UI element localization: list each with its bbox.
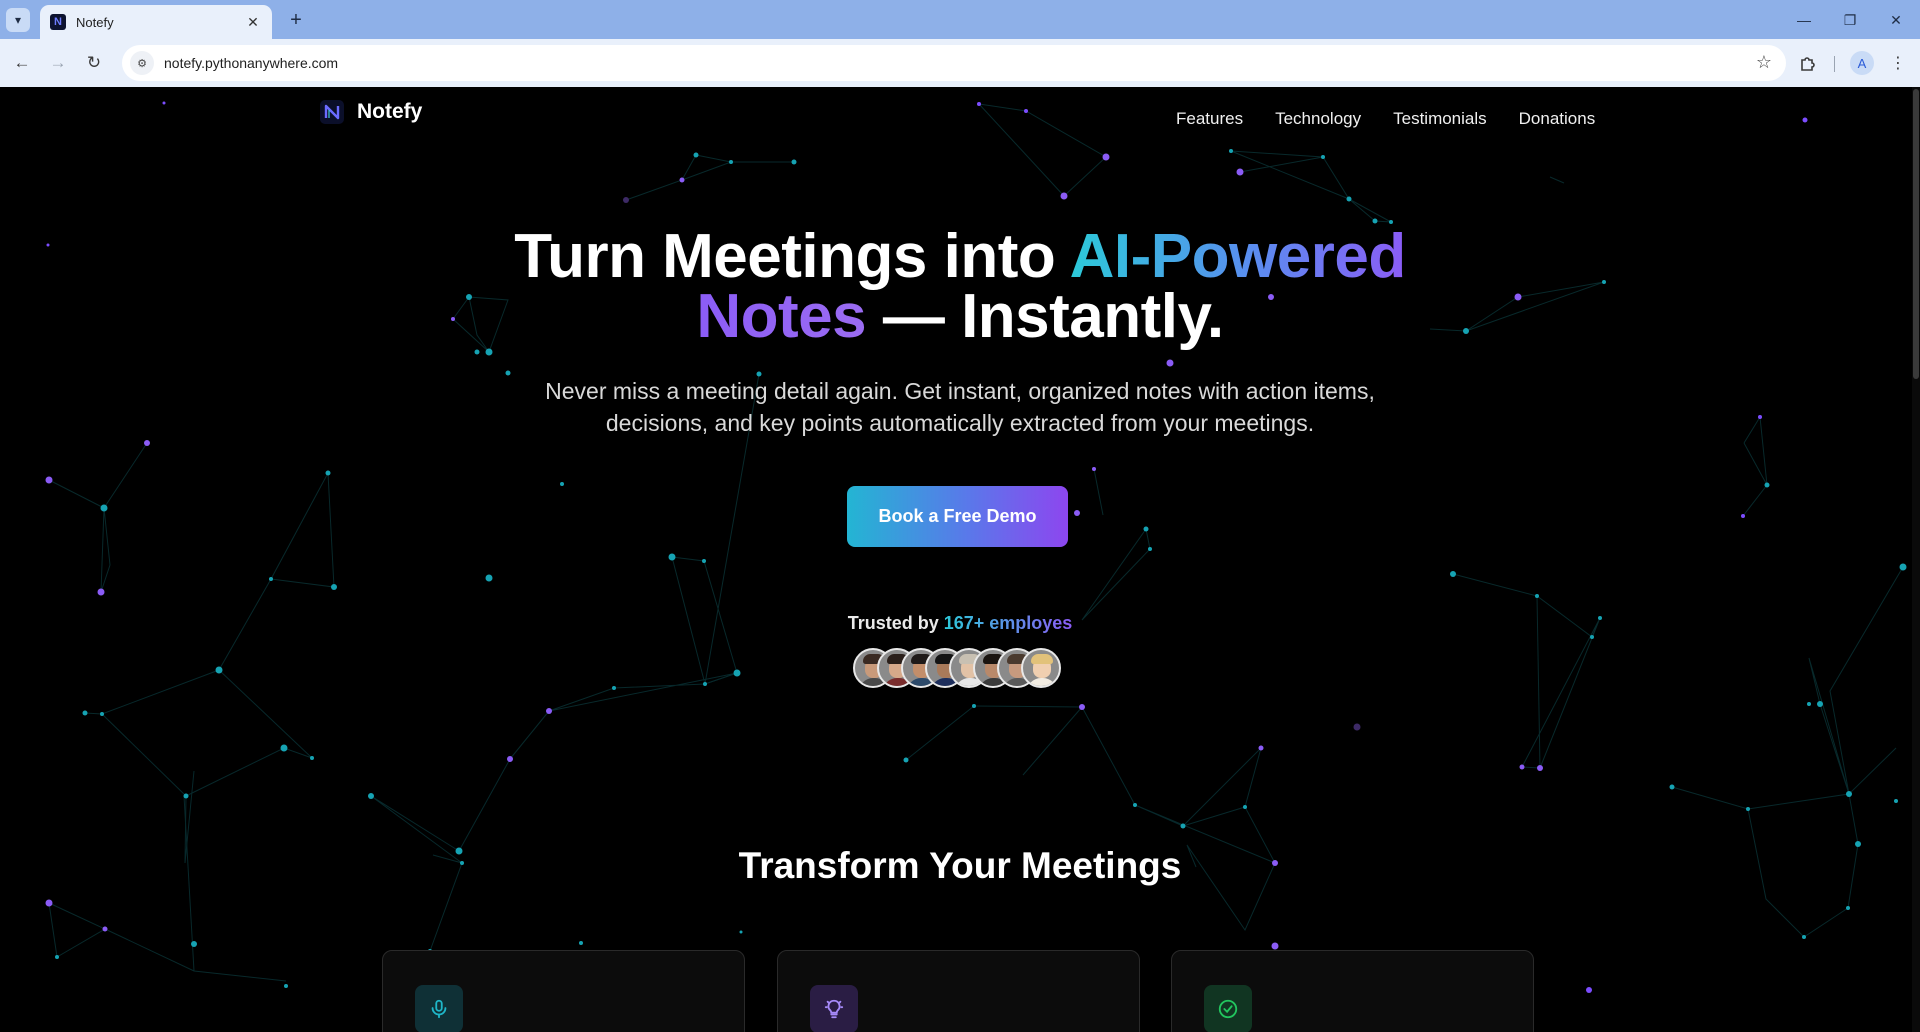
forward-arrow-icon[interactable]: → xyxy=(46,51,70,75)
toolbar-separator xyxy=(1834,56,1835,72)
tab-title: Notefy xyxy=(76,14,114,30)
site-header: Notefy Features Technology Testimonials … xyxy=(0,87,1912,137)
scrollbar-thumb[interactable] xyxy=(1913,89,1919,379)
new-tab-plus-icon[interactable]: + xyxy=(283,7,309,33)
back-arrow-icon[interactable]: ← xyxy=(10,51,34,75)
hero-title-part1: Turn Meetings into xyxy=(514,222,1070,291)
kebab-menu-icon[interactable]: ⋮ xyxy=(1886,51,1910,75)
page-viewport: Notefy Features Technology Testimonials … xyxy=(0,87,1920,1032)
brand-name: Notefy xyxy=(357,100,423,123)
browser-tab-strip: ▾ N Notefy ✕ + — ❐ ✕ xyxy=(0,0,1920,39)
page-scrollbar[interactable] xyxy=(1912,87,1920,1032)
bookmark-star-icon[interactable]: ☆ xyxy=(1756,52,1772,73)
nav-link-donations[interactable]: Donations xyxy=(1519,109,1596,129)
microphone-icon xyxy=(415,985,463,1032)
hero-title-highlight-notes: Notes xyxy=(696,282,867,351)
address-bar[interactable]: ⚙ notefy.pythonanywhere.com ☆ xyxy=(122,45,1786,81)
restore-icon[interactable]: ❐ xyxy=(1838,8,1862,32)
window-close-icon[interactable]: ✕ xyxy=(1884,8,1908,32)
tab-close-icon[interactable]: ✕ xyxy=(244,14,262,31)
trusted-count: 167+ employes xyxy=(943,613,1073,633)
hero-title-highlight-ai: AI-Powered xyxy=(1069,222,1407,291)
feature-card xyxy=(382,950,745,1032)
feature-card xyxy=(777,950,1140,1032)
site-info-icon[interactable]: ⚙ xyxy=(130,51,154,75)
nav-link-testimonials[interactable]: Testimonials xyxy=(1393,109,1487,129)
brand-link[interactable]: Notefy xyxy=(319,99,422,125)
nav-links: Features Technology Testimonials Donatio… xyxy=(1176,109,1595,129)
hero-subtitle: Never miss a meeting detail again. Get i… xyxy=(545,378,1375,436)
notefy-logo-icon xyxy=(319,99,345,125)
feature-card xyxy=(1171,950,1534,1032)
notefy-favicon-icon: N xyxy=(50,14,66,30)
trusted-prefix: Trusted by xyxy=(847,613,944,633)
browser-toolbar: ← → ↻ ⚙ notefy.pythonanywhere.com ☆ A ⋮ xyxy=(0,39,1920,87)
url-text[interactable]: notefy.pythonanywhere.com xyxy=(164,55,338,71)
nav-link-features[interactable]: Features xyxy=(1176,109,1243,129)
features-section-title: Transform Your Meetings xyxy=(738,845,1182,886)
extensions-puzzle-icon[interactable] xyxy=(1796,51,1820,75)
browser-tab[interactable]: N Notefy ✕ xyxy=(40,5,272,39)
tab-search-chevron-icon[interactable]: ▾ xyxy=(6,8,30,32)
nav-link-technology[interactable]: Technology xyxy=(1275,109,1361,129)
hero-title-part2: — Instantly. xyxy=(866,282,1224,351)
hero-title: Turn Meetings into AI-Powered Notes — In… xyxy=(460,226,1460,348)
avatar xyxy=(1021,648,1061,688)
check-circle-icon xyxy=(1204,985,1252,1032)
minimize-icon[interactable]: — xyxy=(1792,8,1816,32)
reload-icon[interactable]: ↻ xyxy=(82,51,106,75)
lightbulb-icon xyxy=(810,985,858,1032)
book-demo-button[interactable]: Book a Free Demo xyxy=(847,486,1068,547)
trusted-by-text: Trusted by 167+ employes xyxy=(760,613,1160,634)
profile-avatar[interactable]: A xyxy=(1850,51,1874,75)
